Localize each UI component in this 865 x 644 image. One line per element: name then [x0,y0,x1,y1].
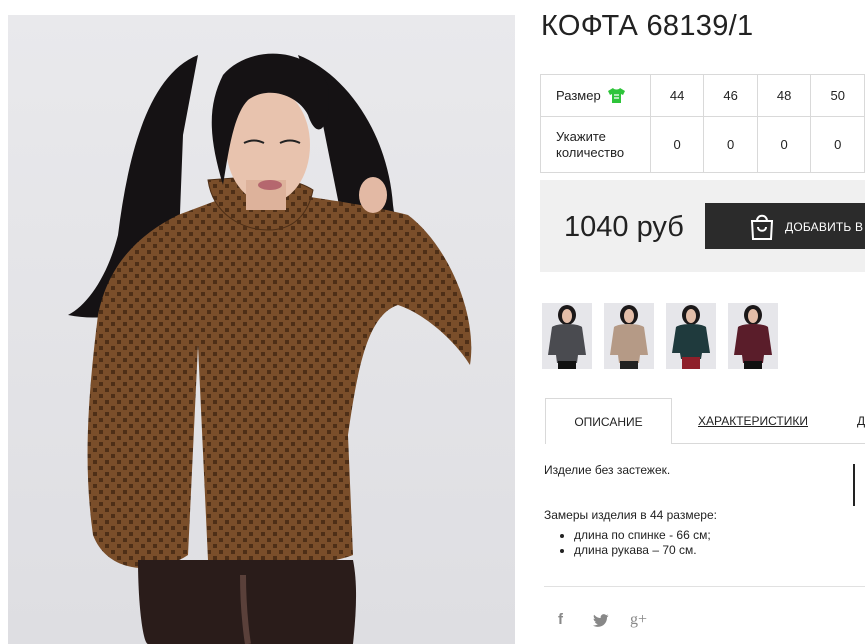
quantity-input-44[interactable]: 0 [649,116,705,173]
tab-third[interactable]: Д [857,414,865,428]
size-quantity-table: Размер 44 46 48 50 Укажите количество 0 … [540,74,865,173]
tab-underline [672,443,865,444]
product-price: 1040 руб [564,211,684,243]
size-46: 46 [703,74,758,117]
tab-characteristics[interactable]: ХАРАКТЕРИСТИКИ [698,414,808,428]
measurements-list: длина по спинке - 66 см; длина рукава – … [544,528,717,558]
scrollbar[interactable] [853,464,855,506]
t-shirt-icon[interactable] [607,87,626,104]
quantity-label: Укажите количество [556,128,625,160]
google-plus-icon[interactable]: g+ [630,611,647,629]
product-photo [8,15,515,644]
facebook-icon[interactable]: f [558,611,563,628]
thumbnail-grey[interactable] [542,303,592,369]
add-to-cart-button[interactable]: ДОБАВИТЬ В КОРЗИНУ [705,203,865,249]
quantity-input-50[interactable]: 0 [810,116,865,173]
add-to-cart-label: ДОБАВИТЬ В КОРЗИНУ [785,220,865,234]
tab-description[interactable]: ОПИСАНИЕ [545,398,672,444]
product-title: КОФТА 68139/1 [541,10,754,42]
quantity-row: Укажите количество 0 0 0 0 [540,116,865,173]
measurements-title: Замеры изделия в 44 размере: [544,508,717,522]
thumbnail-beige[interactable] [604,303,654,369]
size-44: 44 [649,74,705,117]
list-item: длина рукава – 70 см. [574,543,717,558]
size-48: 48 [756,74,812,117]
thumbnail-burgundy[interactable] [728,303,778,369]
twitter-icon[interactable] [593,614,609,627]
quantity-input-46[interactable]: 0 [703,116,758,173]
shopping-bag-icon [750,214,774,240]
divider [544,586,865,587]
product-tabs: ОПИСАНИЕ ХАРАКТЕРИСТИКИ Д [545,398,865,444]
quantity-header-cell: Укажите количество [540,116,651,173]
quantity-input-48[interactable]: 0 [756,116,812,173]
list-item: длина по спинке - 66 см; [574,528,717,543]
description-content: Изделие без застежек. Замеры изделия в 4… [544,462,717,558]
size-label: Размер [556,88,601,103]
size-50: 50 [810,74,865,117]
thumbnail-dark-green[interactable] [666,303,716,369]
description-line: Изделие без застежек. [544,463,671,477]
size-header-cell: Размер [540,74,651,117]
size-row: Размер 44 46 48 50 [540,74,865,117]
price-box: 1040 руб ДОБАВИТЬ В КОРЗИНУ [540,180,865,272]
